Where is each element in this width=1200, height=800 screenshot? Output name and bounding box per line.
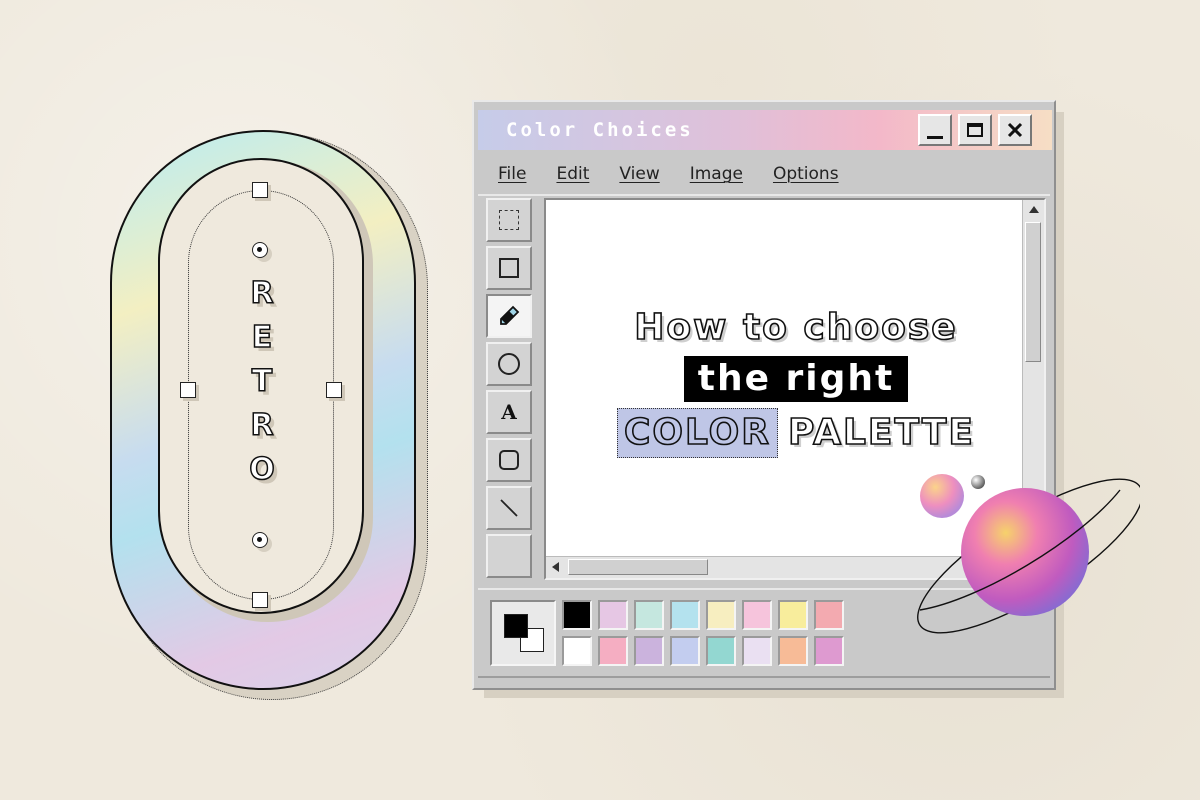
target-dot-top-icon [252,242,268,258]
headline-line-2-wrap: the right [586,356,1006,402]
color-swatch[interactable] [562,600,592,630]
foreground-color-swatch[interactable] [504,614,528,638]
color-swatch[interactable] [634,600,664,630]
retro-letter: T [251,363,273,400]
window-title: Color Choices [506,119,694,141]
color-swatch[interactable] [598,600,628,630]
text-tool[interactable]: A [486,390,532,434]
tiny-moon [971,475,985,489]
menu-edit[interactable]: Edit [556,164,589,184]
horizontal-scroll-thumb[interactable] [568,559,708,575]
small-planet [920,474,964,518]
color-swatch[interactable] [742,636,772,666]
scroll-up-icon[interactable] [1029,206,1039,213]
retro-vertical-text: R E T R O [242,275,282,489]
circle-icon [498,353,520,375]
menu-view[interactable]: View [619,164,659,184]
color-swatch[interactable] [598,636,628,666]
retro-letter: R [250,407,275,444]
pen-icon [500,305,520,325]
color-swatch[interactable] [814,636,844,666]
color-swatch[interactable] [814,600,844,630]
line-icon [500,499,518,517]
window-bottom-edge [478,676,1050,678]
headline-line-2: the right [683,356,909,402]
text-icon: A [501,400,517,424]
rectangle-tool[interactable] [486,246,532,290]
close-button[interactable] [998,114,1032,146]
dashed-select-icon [499,210,519,230]
palette-swatches [562,600,844,666]
retro-letter: E [251,319,273,356]
vertical-scroll-thumb[interactable] [1025,222,1041,362]
selected-word-color[interactable]: COLOR [616,408,778,458]
maximize-button[interactable] [958,114,992,146]
retro-letter: R [250,275,275,312]
color-swatch[interactable] [562,636,592,666]
close-icon [1007,122,1023,138]
color-swatch[interactable] [670,600,700,630]
resize-handle-right[interactable] [326,382,342,398]
retro-pill-graphic: R E T R O [100,120,440,710]
current-colors[interactable] [490,600,556,666]
scroll-left-icon[interactable] [552,562,559,572]
maximize-icon [967,123,983,137]
color-swatch[interactable] [706,600,736,630]
headline-text: How to choose the right COLOR PALETTE [586,304,1006,458]
menu-divider [478,194,1050,196]
headline-line-1: How to choose [633,306,958,349]
menu-image[interactable]: Image [690,164,743,184]
retro-letter: O [248,451,275,488]
toolbox: A [486,198,536,582]
rounded-rect-icon [499,450,519,470]
menu-file[interactable]: File [498,164,526,184]
planet-decoration [917,474,1140,634]
resize-handle-top[interactable] [252,182,268,198]
window-controls [918,114,1032,146]
rectangle-icon [499,258,519,278]
menu-options[interactable]: Options [773,164,839,184]
color-swatch[interactable] [778,600,808,630]
color-swatch[interactable] [634,636,664,666]
color-swatch[interactable] [670,636,700,666]
ellipse-tool[interactable] [486,342,532,386]
big-planet [961,488,1089,616]
color-swatch[interactable] [706,636,736,666]
blank-tool[interactable] [486,534,532,578]
menu-bar: File Edit View Image Options [498,164,869,184]
pen-tool[interactable] [486,294,532,338]
color-swatch[interactable] [742,600,772,630]
minimize-icon [927,135,943,139]
resize-handle-bottom[interactable] [252,592,268,608]
color-swatch[interactable] [778,636,808,666]
target-dot-bottom-icon [252,532,268,548]
line-tool[interactable] [486,486,532,530]
title-bar[interactable]: Color Choices [478,110,1052,150]
select-tool[interactable] [486,198,532,242]
rounded-rect-tool[interactable] [486,438,532,482]
resize-handle-left[interactable] [180,382,196,398]
minimize-button[interactable] [918,114,952,146]
